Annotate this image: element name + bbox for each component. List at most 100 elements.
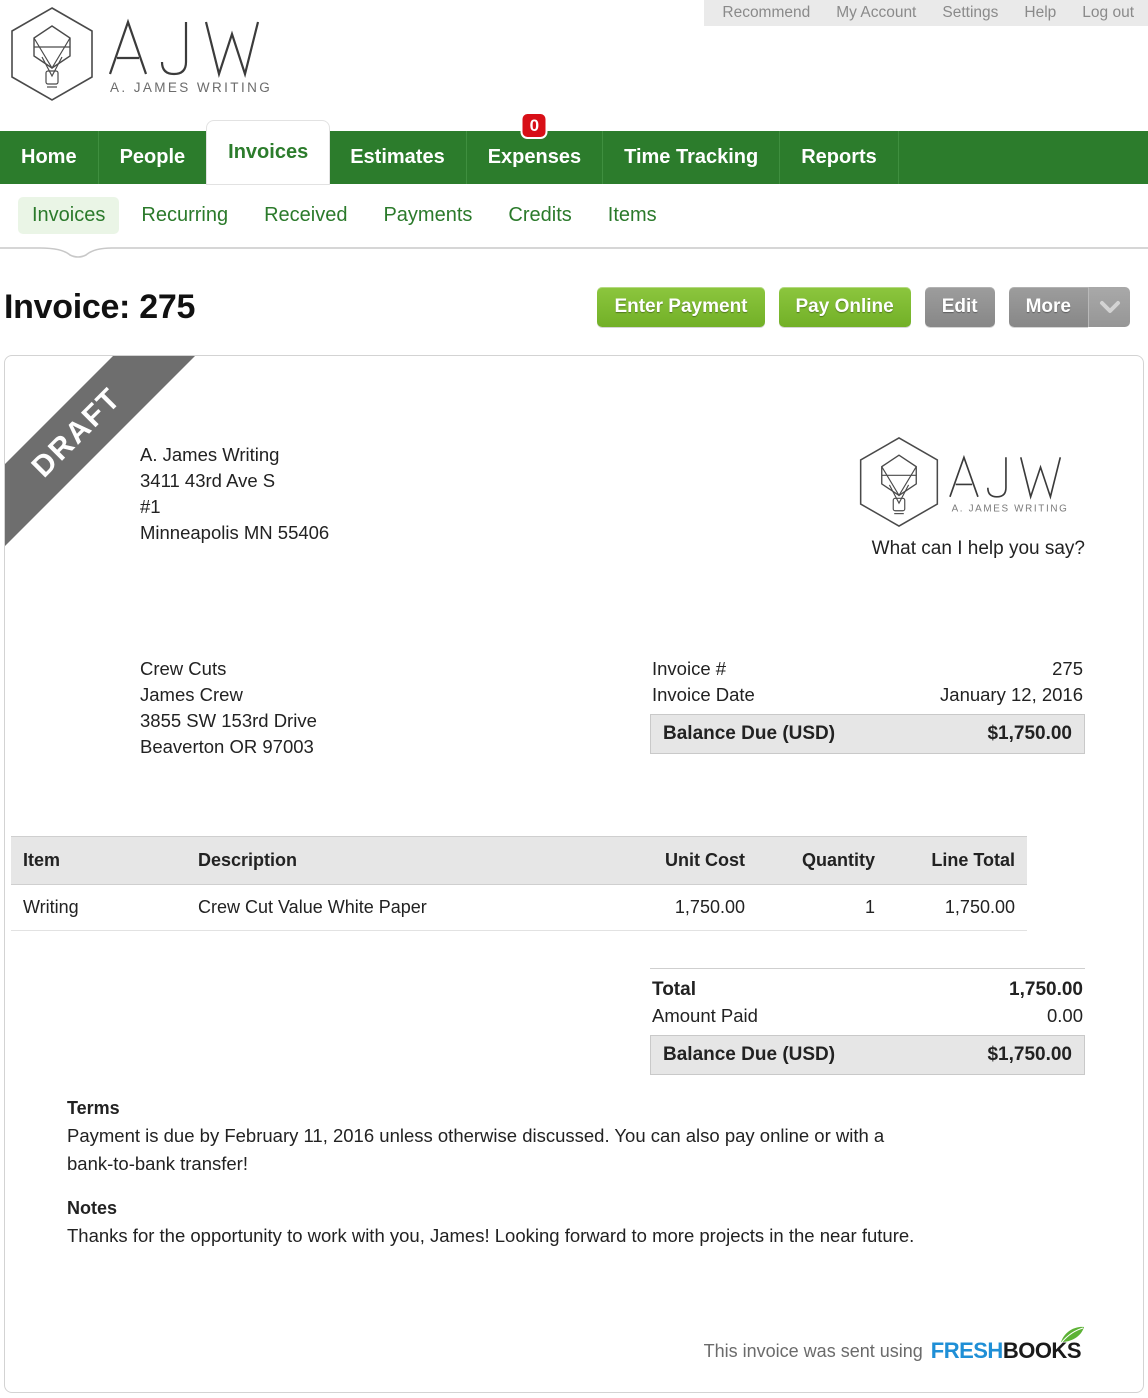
main-navigation: Home People Invoices Estimates 0 Expense…	[0, 112, 1148, 184]
client-citystate: Beaverton OR 97003	[140, 736, 314, 757]
column-header-item: Item	[11, 836, 186, 885]
subnav-divider	[0, 247, 1148, 258]
balance-due-header-box: Balance Due (USD) $1,750.00	[650, 714, 1085, 754]
amount-paid-label: Amount Paid	[652, 1005, 758, 1026]
column-header-unit-cost: Unit Cost	[607, 836, 757, 885]
sender-street: 3411 43rd Ave S	[140, 470, 276, 491]
invoice-logo-block: A. JAMES WRITING What can I help you say…	[845, 434, 1085, 560]
table-header-row: Item Description Unit Cost Quantity Line…	[11, 836, 1027, 885]
column-header-quantity: Quantity	[757, 836, 887, 885]
row-description: Crew Cut Value White Paper	[186, 884, 607, 931]
nav-tab-home[interactable]: Home	[0, 131, 99, 184]
invoice-footer: This invoice was sent using Fresh Books	[703, 1326, 1084, 1364]
invoice-card: DRAFT A. James Writing 3411 43rd Ave S #…	[4, 355, 1144, 1393]
nav-tab-time-tracking[interactable]: Time Tracking	[603, 131, 781, 184]
subnav-item-received[interactable]: Received	[250, 197, 361, 234]
utility-link-logout[interactable]: Log out	[1082, 4, 1134, 22]
notes-body: Thanks for the opportunity to work with …	[67, 1225, 915, 1246]
utility-link-recommend[interactable]: Recommend	[722, 4, 810, 22]
amount-paid-row: Amount Paid 0.00	[650, 1003, 1085, 1029]
utility-bar: Recommend My Account Settings Help Log o…	[704, 0, 1148, 26]
invoice-action-buttons: Enter Payment Pay Online Edit More	[597, 287, 1130, 327]
nav-tab-expenses-label: Expenses	[487, 146, 582, 168]
nav-tab-invoices-label: Invoices	[228, 141, 309, 163]
invoice-totals: Total 1,750.00 Amount Paid 0.00 Balance …	[650, 968, 1085, 1075]
sender-address: A. James Writing 3411 43rd Ave S #1 Minn…	[140, 442, 329, 546]
sub-navigation: Invoices Recurring Received Payments Cre…	[0, 184, 1148, 246]
brand-subtitle-text: A. JAMES WRITING	[110, 80, 272, 95]
row-item: Writing	[11, 884, 186, 931]
subnav-item-credits[interactable]: Credits	[494, 197, 585, 234]
utility-link-help[interactable]: Help	[1024, 4, 1056, 22]
row-line-total: 1,750.00	[887, 884, 1027, 931]
freshbooks-logo: Fresh Books	[930, 1326, 1084, 1364]
invoice-number-row: Invoice # 275	[650, 656, 1085, 682]
invoice-date-label: Invoice Date	[652, 684, 755, 705]
more-button-group: More	[1008, 287, 1130, 327]
client-address: Crew Cuts James Crew 3855 SW 153rd Drive…	[140, 656, 317, 760]
nav-tab-people-label: People	[119, 146, 186, 168]
expenses-count-badge: 0	[520, 112, 548, 139]
balance-due-header-label: Balance Due (USD)	[663, 723, 836, 744]
row-unit-cost: 1,750.00	[607, 884, 757, 931]
invoice-number-value: 275	[1052, 658, 1083, 679]
invoice-number-label: Invoice #	[652, 658, 727, 679]
invoice-tagline: What can I help you say?	[871, 538, 1085, 559]
invoice-brand-subtitle-text: A. JAMES WRITING	[952, 504, 1069, 515]
notes-heading: Notes	[67, 1198, 118, 1218]
subnav-item-recurring[interactable]: Recurring	[127, 197, 242, 234]
edit-button[interactable]: Edit	[924, 287, 995, 327]
nav-tab-people[interactable]: People	[99, 131, 208, 184]
subnav-item-payments[interactable]: Payments	[369, 197, 486, 234]
more-button[interactable]: More	[1008, 287, 1088, 327]
ajw-hexagon-bulb-icon	[11, 7, 93, 101]
enter-payment-button[interactable]: Enter Payment	[597, 287, 765, 327]
invoice-hexagon-bulb-icon	[859, 437, 939, 527]
more-dropdown-toggle[interactable]	[1088, 287, 1130, 327]
column-header-description: Description	[186, 836, 607, 885]
sender-citystate: Minneapolis MN 55406	[140, 522, 330, 543]
table-row: Writing Crew Cut Value White Paper 1,750…	[11, 884, 1027, 931]
utility-link-settings[interactable]: Settings	[942, 4, 998, 22]
nav-tab-estimates[interactable]: Estimates	[329, 131, 467, 184]
page-title: Invoice: 275	[4, 287, 196, 326]
balance-due-header-value: $1,750.00	[987, 723, 1072, 744]
terms-section: Terms Payment is due by February 11, 201…	[67, 1094, 927, 1178]
pay-online-button[interactable]: Pay Online	[778, 287, 911, 327]
total-value: 1,750.00	[1009, 979, 1083, 1000]
ajw-wordmark-icon: A. JAMES WRITING	[108, 18, 272, 95]
nav-tab-invoices[interactable]: Invoices	[207, 121, 330, 184]
invoice-meta: Invoice # 275 Invoice Date January 12, 2…	[650, 656, 1085, 754]
utility-link-my-account[interactable]: My Account	[836, 4, 916, 22]
amount-paid-value: 0.00	[1046, 1005, 1083, 1026]
total-row: Total 1,750.00	[650, 977, 1085, 1003]
sender-unit: #1	[140, 496, 161, 517]
leaf-icon	[1061, 1326, 1084, 1343]
page-header: Invoice: 275 Enter Payment Pay Online Ed…	[0, 272, 1148, 342]
terms-body: Payment is due by February 11, 2016 unle…	[67, 1125, 885, 1174]
footer-text: This invoice was sent using	[703, 1340, 923, 1361]
balance-due-total-value: $1,750.00	[987, 1044, 1072, 1065]
line-items-table: Item Description Unit Cost Quantity Line…	[11, 836, 1027, 931]
client-company: Crew Cuts	[140, 658, 227, 679]
balance-due-total-box: Balance Due (USD) $1,750.00	[650, 1035, 1085, 1075]
terms-heading: Terms	[67, 1098, 120, 1118]
subnav-item-items[interactable]: Items	[594, 197, 671, 234]
nav-tab-expenses[interactable]: 0 Expenses	[467, 112, 604, 184]
nav-tab-estimates-label: Estimates	[350, 146, 445, 168]
subnav-item-invoices[interactable]: Invoices	[18, 196, 120, 234]
nav-tab-home-label: Home	[21, 146, 77, 168]
site-logo[interactable]: A. JAMES WRITING	[4, 4, 298, 104]
chevron-down-icon	[1099, 301, 1120, 313]
notes-section: Notes Thanks for the opportunity to work…	[67, 1194, 927, 1250]
balance-due-total-label: Balance Due (USD)	[663, 1044, 836, 1065]
nav-tab-reports[interactable]: Reports	[780, 131, 899, 184]
draft-ribbon-label: DRAFT	[25, 381, 128, 484]
invoice-ajw-wordmark-icon: A. JAMES WRITING	[949, 454, 1069, 515]
invoice-date-value: January 12, 2016	[940, 684, 1083, 705]
row-quantity: 1	[757, 884, 887, 931]
freshbooks-fresh-text: Fresh	[930, 1338, 1004, 1363]
column-header-line-total: Line Total	[887, 836, 1027, 885]
nav-tab-reports-label: Reports	[801, 146, 877, 168]
sender-name: A. James Writing	[140, 444, 280, 465]
